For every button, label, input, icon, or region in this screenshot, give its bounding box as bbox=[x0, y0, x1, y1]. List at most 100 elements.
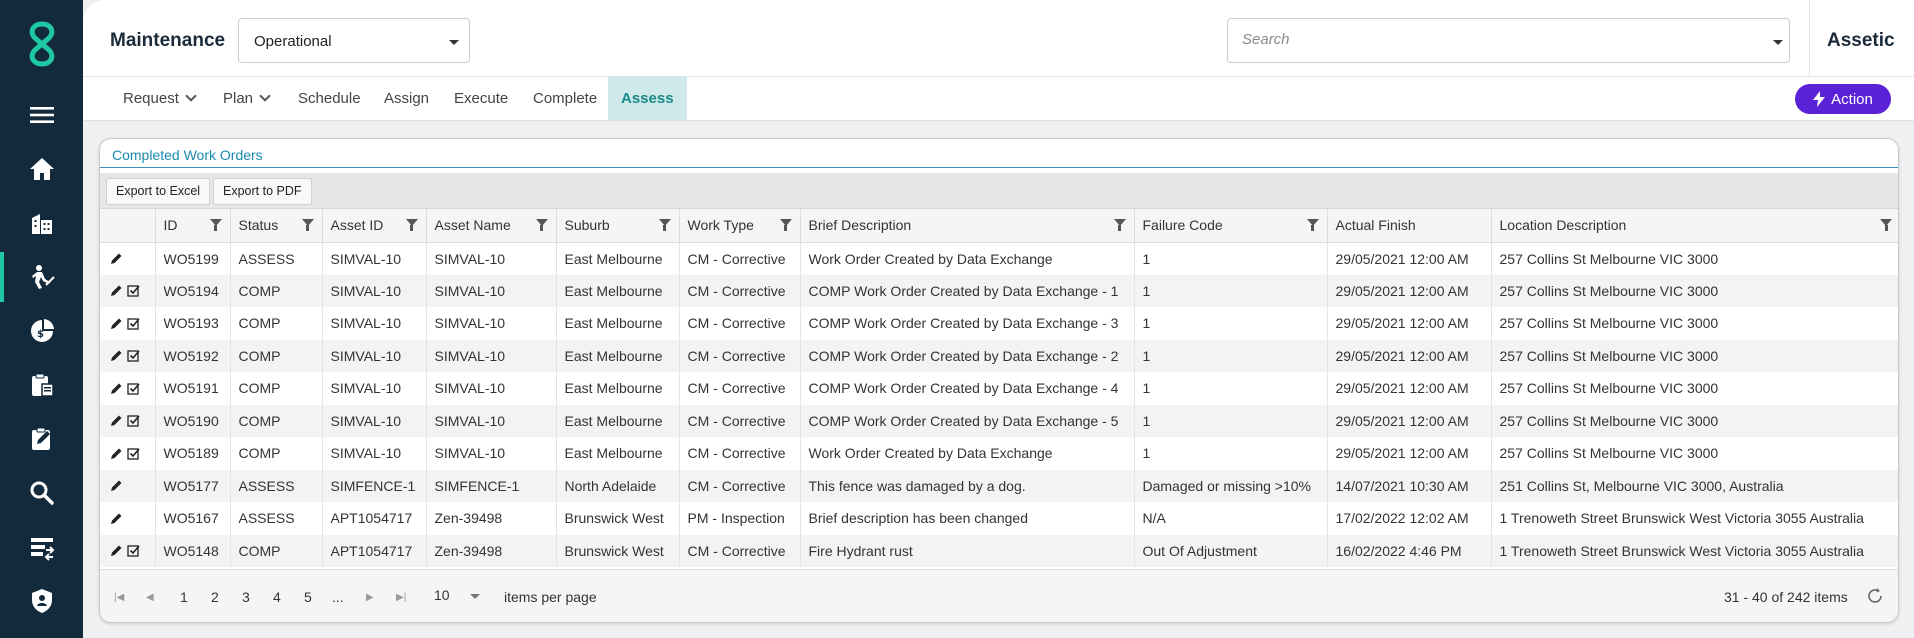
cell-desc: Work Order Created by Data Exchange bbox=[799, 437, 1134, 470]
edit-icon[interactable] bbox=[110, 512, 123, 525]
table-row[interactable]: WO5189 COMP SIMVAL-10 SIMVAL-10 East Melbour… bbox=[100, 437, 1898, 470]
col-actual-finish[interactable]: Actual Finish bbox=[1326, 209, 1491, 243]
page-link[interactable]: 1 bbox=[180, 589, 188, 605]
table-row[interactable]: WO5194 COMP SIMVAL-10 SIMVAL-10 East Melbour… bbox=[100, 274, 1898, 307]
tab-plan[interactable]: Plan bbox=[211, 77, 281, 120]
edit-icon[interactable] bbox=[110, 414, 123, 427]
page-link-more[interactable]: ... bbox=[332, 589, 344, 605]
tab-execute[interactable]: Execute bbox=[442, 77, 520, 120]
col-asset-id[interactable]: Asset ID bbox=[321, 209, 426, 243]
col-failure-code[interactable]: Failure Code bbox=[1133, 209, 1327, 243]
worker-icon[interactable] bbox=[0, 252, 83, 302]
first-page-icon[interactable]: |◀ bbox=[114, 592, 124, 603]
page-link[interactable]: 2 bbox=[211, 589, 219, 605]
checkbox-icon[interactable] bbox=[127, 284, 140, 297]
col-id[interactable]: ID bbox=[154, 209, 230, 243]
col-asset-name[interactable]: Asset Name bbox=[425, 209, 556, 243]
export-excel-button[interactable]: Export to Excel bbox=[106, 178, 211, 205]
cell-asset-name: Zen-39498 bbox=[425, 502, 556, 535]
finance-icon[interactable]: $ bbox=[0, 306, 83, 356]
cell-status: COMP bbox=[229, 534, 322, 567]
edit-icon[interactable] bbox=[110, 349, 123, 362]
task-icon[interactable] bbox=[0, 414, 83, 464]
cell-failure: 1 bbox=[1133, 274, 1327, 307]
table-row[interactable]: WO5192 COMP SIMVAL-10 SIMVAL-10 East Melbour… bbox=[100, 339, 1898, 372]
filter-icon[interactable] bbox=[209, 219, 222, 231]
table-row[interactable]: WO5191 COMP SIMVAL-10 SIMVAL-10 East Melbour… bbox=[100, 372, 1898, 405]
row-actions bbox=[100, 437, 155, 470]
filter-icon[interactable] bbox=[535, 219, 548, 231]
last-page-icon[interactable]: ▶| bbox=[396, 592, 406, 603]
checkbox-icon[interactable] bbox=[127, 317, 140, 330]
edit-icon[interactable] bbox=[110, 447, 123, 460]
table-row[interactable]: WO5177 ASSESS SIMFENCE-1 SIMFENCE-1 North Ad… bbox=[100, 469, 1898, 502]
search-icon[interactable] bbox=[0, 468, 83, 518]
tab-request[interactable]: Request bbox=[111, 77, 207, 120]
menu-icon[interactable] bbox=[0, 90, 83, 140]
tab-assign[interactable]: Assign bbox=[372, 77, 441, 120]
table-row[interactable]: WO5190 COMP SIMVAL-10 SIMVAL-10 East Melbour… bbox=[100, 404, 1898, 437]
page-link[interactable]: 4 bbox=[273, 589, 281, 605]
page-link[interactable]: 5 bbox=[304, 589, 312, 605]
cell-asset-id: SIMVAL-10 bbox=[321, 437, 426, 470]
cell-work-type: CM - Corrective bbox=[678, 242, 800, 275]
checkbox-icon[interactable] bbox=[127, 544, 140, 557]
edit-icon[interactable] bbox=[110, 252, 123, 265]
page-link[interactable]: 3 bbox=[242, 589, 250, 605]
tab-schedule[interactable]: Schedule bbox=[286, 77, 373, 120]
edit-icon[interactable] bbox=[110, 317, 123, 330]
edit-icon[interactable] bbox=[110, 479, 123, 492]
cell-status: COMP bbox=[229, 437, 322, 470]
home-icon[interactable] bbox=[0, 144, 83, 194]
cell-suburb: East Melbourne bbox=[555, 242, 679, 275]
cell-location: 257 Collins St Melbourne VIC 3000 bbox=[1490, 372, 1898, 405]
export-pdf-button[interactable]: Export to PDF bbox=[213, 178, 312, 205]
edit-icon[interactable] bbox=[110, 284, 123, 297]
cell-work-type: CM - Corrective bbox=[678, 437, 800, 470]
col-status[interactable]: Status bbox=[229, 209, 322, 243]
action-button[interactable]: Action bbox=[1795, 84, 1891, 114]
cell-id: WO5167 bbox=[154, 502, 230, 535]
next-page-icon[interactable]: ▶ bbox=[366, 592, 374, 603]
buildings-icon[interactable] bbox=[0, 198, 83, 248]
tab-complete[interactable]: Complete bbox=[521, 77, 609, 120]
col-location-description[interactable]: Location Description bbox=[1490, 209, 1898, 243]
cell-asset-name: SIMVAL-10 bbox=[425, 404, 556, 437]
filter-icon[interactable] bbox=[779, 219, 792, 231]
filter-icon[interactable] bbox=[1113, 219, 1126, 231]
checkbox-icon[interactable] bbox=[127, 447, 140, 460]
checkbox-icon[interactable] bbox=[127, 382, 140, 395]
tab-assess[interactable]: Assess bbox=[608, 77, 687, 120]
view-select[interactable]: Operational bbox=[238, 18, 470, 63]
filter-icon[interactable] bbox=[658, 219, 671, 231]
table-row[interactable]: WO5193 COMP SIMVAL-10 SIMVAL-10 East Melbour… bbox=[100, 307, 1898, 340]
edit-icon[interactable] bbox=[110, 544, 123, 557]
edit-icon[interactable] bbox=[110, 382, 123, 395]
cell-asset-id: APT1054717 bbox=[321, 534, 426, 567]
prev-page-icon[interactable]: ◀ bbox=[146, 592, 154, 603]
table-row[interactable]: WO5148 COMP APT1054717 Zen-39498 Brunswick W… bbox=[100, 534, 1898, 567]
refresh-icon[interactable] bbox=[1866, 587, 1884, 605]
col-brief-description[interactable]: Brief Description bbox=[799, 209, 1134, 243]
search-input[interactable] bbox=[1242, 31, 1742, 48]
filter-icon[interactable] bbox=[301, 219, 314, 231]
checkbox-icon[interactable] bbox=[127, 349, 140, 362]
chevron-down-icon[interactable] bbox=[1773, 40, 1783, 45]
checkbox-icon[interactable] bbox=[127, 414, 140, 427]
col-work-type[interactable]: Work Type bbox=[678, 209, 800, 243]
search-box[interactable] bbox=[1227, 18, 1790, 63]
column-label: Work Type bbox=[687, 217, 754, 234]
cell-desc: Brief description has been changed bbox=[799, 502, 1134, 535]
filter-icon[interactable] bbox=[1306, 219, 1319, 231]
cell-desc: This fence was damaged by a dog. bbox=[799, 469, 1134, 502]
shield-icon[interactable] bbox=[0, 576, 83, 626]
data-exchange-icon[interactable] bbox=[0, 522, 83, 572]
per-page-select[interactable]: 10 bbox=[426, 582, 486, 610]
filter-icon[interactable] bbox=[405, 219, 418, 231]
col-suburb[interactable]: Suburb bbox=[555, 209, 679, 243]
clipboard-icon[interactable] bbox=[0, 360, 83, 410]
table-row[interactable]: WO5167 ASSESS APT1054717 Zen-39498 Brunswick… bbox=[100, 502, 1898, 535]
filter-icon[interactable] bbox=[1880, 219, 1892, 231]
assetic-logo[interactable] bbox=[21, 20, 63, 68]
table-row[interactable]: WO5199 ASSESS SIMVAL-10 SIMVAL-10 East Melbo… bbox=[100, 242, 1898, 275]
